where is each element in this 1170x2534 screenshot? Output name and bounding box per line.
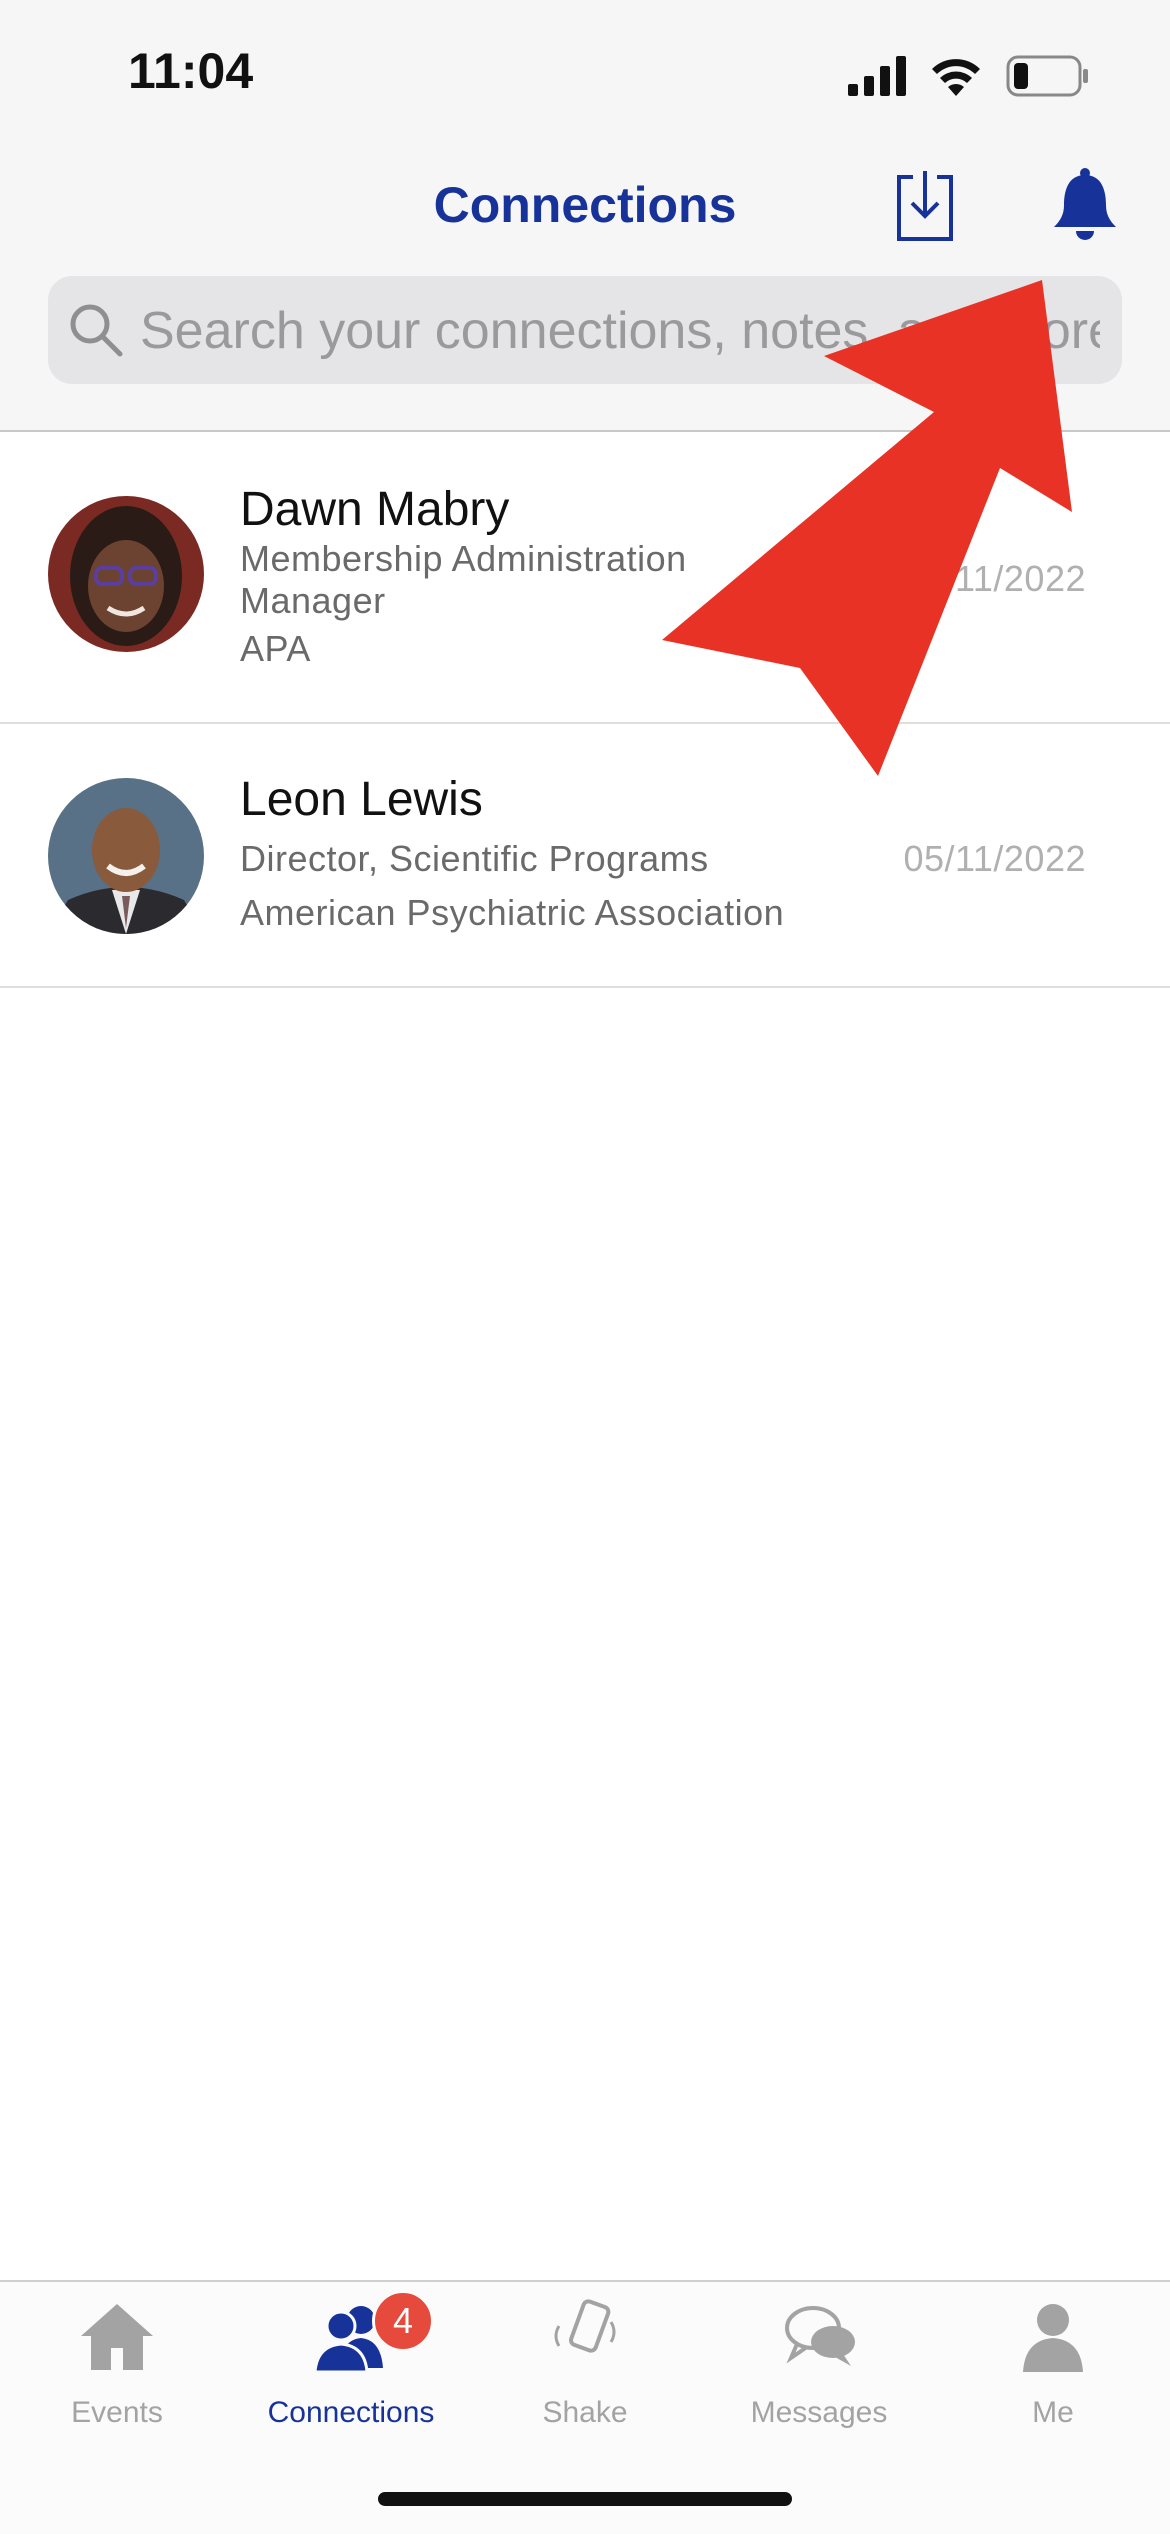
tab-label: Messages: [750, 2396, 888, 2429]
download-icon: [897, 171, 953, 241]
connection-title: Director, Scientific Programs: [240, 838, 709, 879]
status-icons: [848, 52, 1090, 100]
tab-label: Connections: [267, 2396, 435, 2429]
notifications-button[interactable]: [1050, 166, 1120, 244]
connection-name: Leon Lewis: [240, 773, 483, 826]
list-item[interactable]: Leon Lewis Director, Scientific Programs…: [0, 724, 1170, 988]
connections-badge: 4: [372, 2290, 434, 2352]
bell-icon: [1054, 168, 1116, 240]
shake-phone-icon: [554, 2299, 616, 2353]
avatar: [48, 496, 204, 652]
home-indicator: [378, 2492, 792, 2506]
connection-title-cont: Manager: [240, 580, 386, 621]
top-header: 11:04 Connections: [0, 0, 1170, 432]
list-item[interactable]: Dawn Mabry Membership Administration Man…: [0, 432, 1170, 724]
status-time: 11:04: [128, 43, 254, 99]
tab-shake[interactable]: Shake: [468, 2296, 702, 2429]
tab-label: Me: [1032, 2396, 1074, 2429]
search-icon: [70, 304, 123, 357]
tab-messages[interactable]: Messages: [702, 2296, 936, 2429]
home-icon: [81, 2304, 153, 2370]
avatar: [48, 778, 204, 934]
battery-icon: [1006, 55, 1088, 97]
export-button[interactable]: [892, 168, 958, 244]
chat-bubbles-icon: [785, 2306, 855, 2366]
tab-label: Shake: [542, 2396, 628, 2429]
tab-events[interactable]: Events: [0, 2296, 234, 2429]
connection-date: 05/11/2022: [903, 838, 1086, 879]
search-bar[interactable]: [48, 276, 1122, 386]
person-icon: [1023, 2304, 1083, 2372]
page-title: Connections: [433, 177, 737, 233]
tab-label: Events: [71, 2396, 163, 2429]
connection-title: Membership Administration: [240, 538, 687, 579]
signal-icon: [848, 56, 906, 96]
search-input[interactable]: [138, 276, 1102, 386]
tab-me[interactable]: Me: [936, 2296, 1170, 2429]
connection-date: 11/2022: [955, 558, 1086, 599]
connection-organization: APA: [240, 628, 311, 669]
connection-organization: American Psychiatric Association: [240, 892, 785, 933]
wifi-icon: [932, 59, 980, 96]
connection-name: Dawn Mabry: [240, 483, 510, 536]
